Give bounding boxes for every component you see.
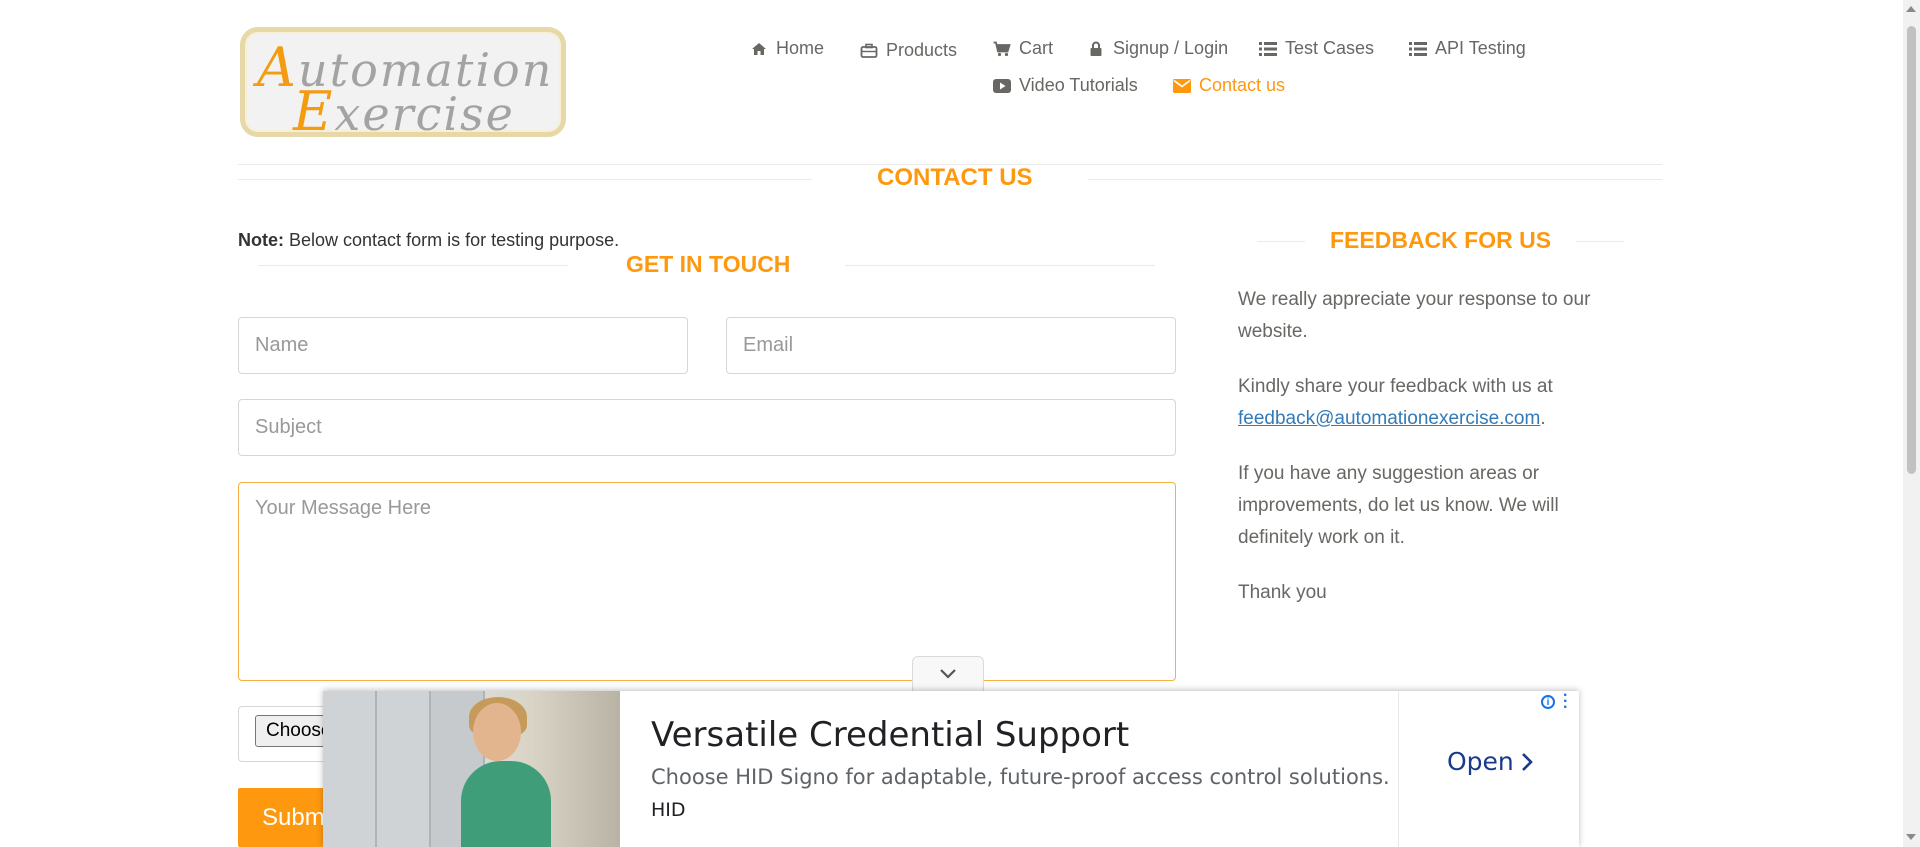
- nav-home-label: Home: [776, 38, 825, 58]
- feedback-paragraph-1: We really appreciate your response to ou…: [1238, 289, 1591, 342]
- feedback-line-left: [1257, 241, 1305, 242]
- ad-open-label: Open: [1447, 747, 1514, 776]
- nav-products[interactable]: Products: [860, 40, 957, 61]
- nav-video-tutorials-label: Video Tutorials: [1019, 75, 1138, 95]
- site-logo[interactable]: Automation Exercise: [240, 27, 566, 143]
- subject-input[interactable]: [238, 399, 1176, 456]
- chevron-down-icon: [940, 669, 956, 679]
- scroll-up-arrow-icon[interactable]: [1906, 6, 1916, 12]
- nav-contact-us-label: Contact us: [1199, 75, 1286, 95]
- get-in-touch-title: GET IN TOUCH: [626, 251, 791, 277]
- list-icon: [1409, 40, 1427, 58]
- nav-home[interactable]: Home: [750, 38, 824, 59]
- message-textarea[interactable]: [238, 482, 1176, 681]
- lock-icon: [1087, 40, 1105, 58]
- feedback-email-link[interactable]: feedback@automationexercise.com: [1238, 408, 1540, 429]
- feedback-paragraph-3: If you have any suggestion areas or impr…: [1238, 463, 1559, 548]
- nav-api-testing-label: API Testing: [1435, 38, 1526, 58]
- name-input[interactable]: [238, 317, 688, 374]
- ad-title: Versatile Credential Support: [651, 715, 1130, 755]
- home-icon: [750, 40, 768, 58]
- divider-left: [238, 179, 812, 180]
- email-input[interactable]: [726, 317, 1176, 374]
- briefcase-icon: [860, 42, 878, 60]
- feedback-title: FEEDBACK FOR US: [1330, 227, 1552, 253]
- nav-contact-us[interactable]: Contact us: [1173, 75, 1285, 96]
- nav-video-tutorials[interactable]: Video Tutorials: [993, 75, 1138, 96]
- logo-line-2: Exercise: [293, 80, 515, 143]
- divider-right: [1088, 179, 1662, 180]
- feedback-line-right: [1576, 241, 1624, 242]
- nav-test-cases-label: Test Cases: [1285, 38, 1375, 58]
- cart-icon: [993, 40, 1011, 58]
- page-title: CONTACT US: [877, 164, 1033, 191]
- nav-cart[interactable]: Cart: [993, 38, 1053, 59]
- nav-test-cases[interactable]: Test Cases: [1259, 38, 1374, 59]
- envelope-icon: [1173, 77, 1191, 95]
- form-note: Note: Below contact form is for testing …: [238, 230, 620, 250]
- page-scrollbar[interactable]: [1903, 0, 1920, 847]
- list-icon: [1259, 40, 1277, 58]
- feedback-paragraph-2: Kindly share your feedback with us at fe…: [1238, 376, 1553, 429]
- scroll-down-arrow-icon[interactable]: [1906, 834, 1916, 840]
- nav-api-testing[interactable]: API Testing: [1409, 38, 1526, 59]
- nav-signup-login[interactable]: Signup / Login: [1087, 38, 1228, 59]
- ad-info-icon[interactable]: i: [1541, 695, 1555, 709]
- ad-open-button[interactable]: Open: [1447, 747, 1534, 776]
- ad-menu-icon[interactable]: · · ·: [1563, 691, 1568, 716]
- get-in-touch-line-right: [845, 265, 1155, 266]
- chevron-right-icon: [1521, 752, 1533, 771]
- ad-description: Choose HID Signo for adaptable, future-p…: [651, 765, 1390, 789]
- ad-brand: HID: [651, 799, 686, 821]
- ad-collapse-button[interactable]: [912, 656, 984, 691]
- nav-signup-login-label: Signup / Login: [1113, 38, 1229, 58]
- ad-banner[interactable]: Versatile Credential Support Choose HID …: [323, 691, 1579, 847]
- ad-divider: [1398, 691, 1399, 847]
- scrollbar-thumb[interactable]: [1907, 26, 1916, 474]
- get-in-touch-line-left: [258, 265, 568, 266]
- nav-products-label: Products: [886, 40, 958, 60]
- youtube-icon: [993, 77, 1011, 95]
- nav-cart-label: Cart: [1019, 38, 1054, 58]
- ad-image: [323, 691, 620, 847]
- feedback-paragraph-4: Thank you: [1238, 582, 1327, 603]
